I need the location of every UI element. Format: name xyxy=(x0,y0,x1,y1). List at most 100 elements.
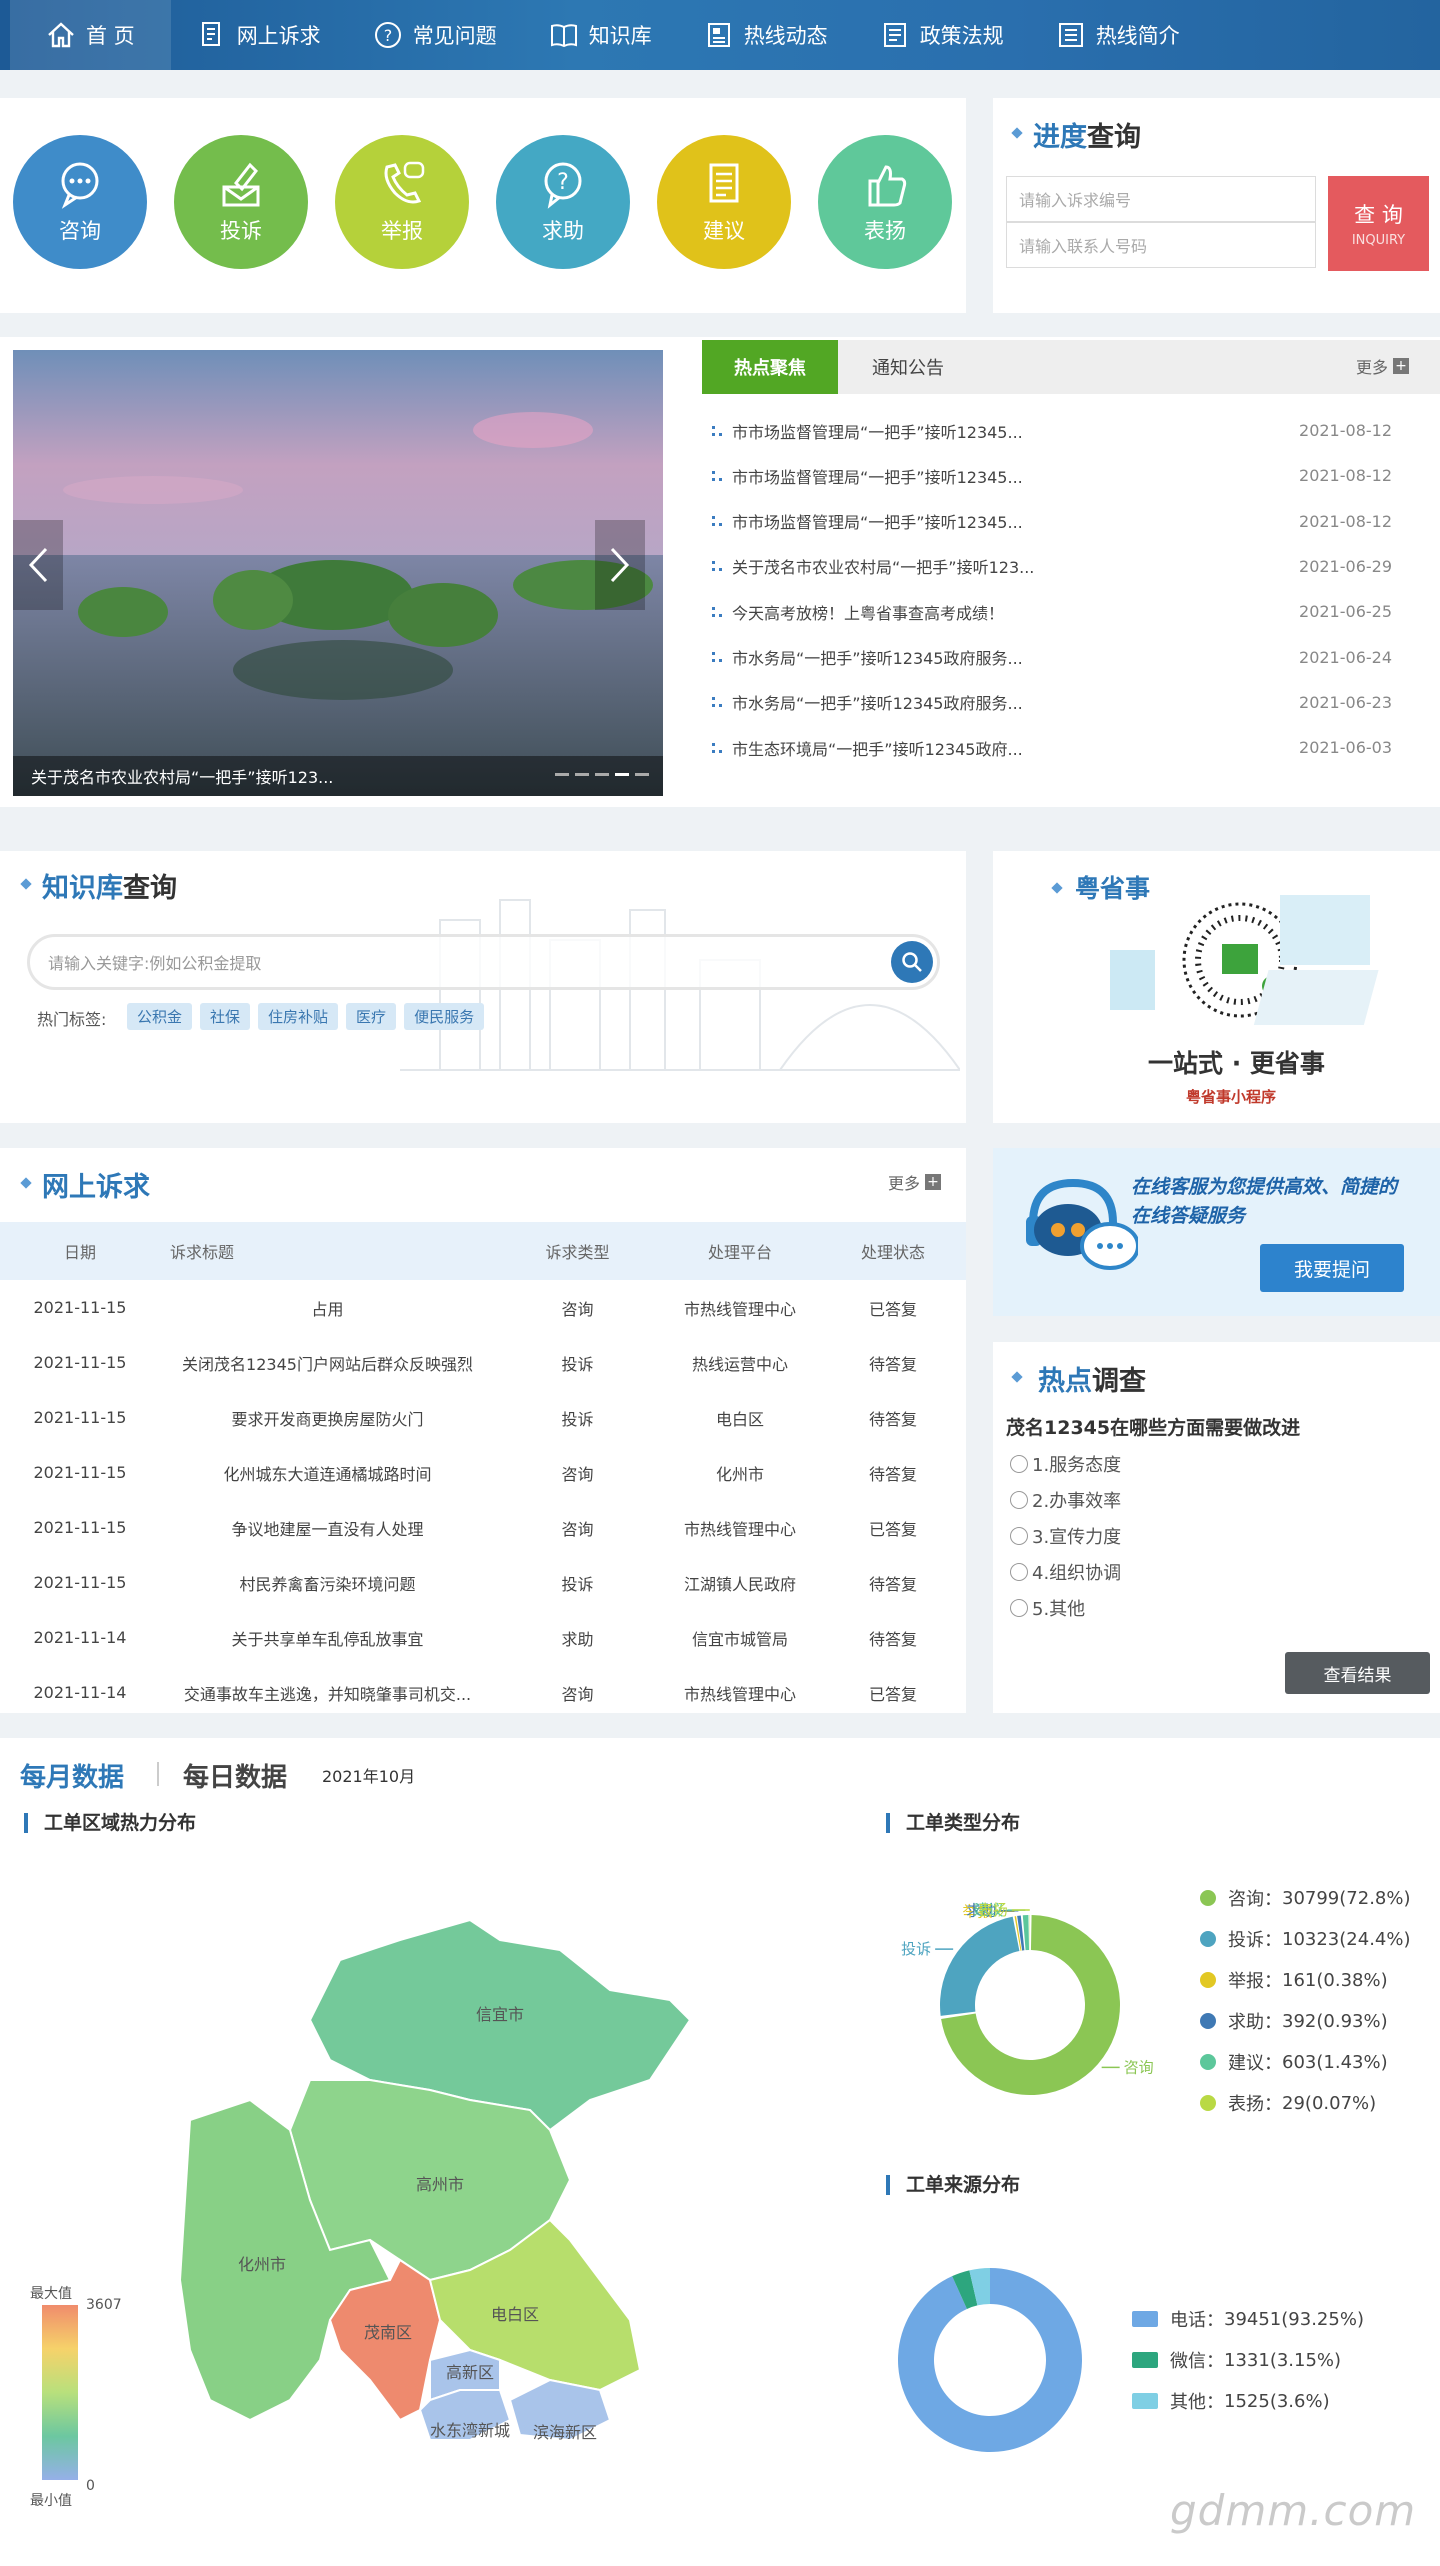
radio-button[interactable] xyxy=(1010,1563,1028,1581)
nav-appeals[interactable]: 网上诉求 xyxy=(171,0,347,70)
nav-faq[interactable]: ? 常见问题 xyxy=(347,0,523,70)
carousel-next-button[interactable] xyxy=(595,520,645,610)
view-results-button[interactable]: 查看结果 xyxy=(1285,1652,1430,1694)
tab-notices[interactable]: 通知公告 xyxy=(838,340,978,394)
service-praise-button[interactable]: 表扬 xyxy=(818,135,952,269)
table-cell: 待答复 xyxy=(868,1354,917,1374)
carousel-dot[interactable] xyxy=(555,773,569,776)
carousel-image[interactable]: 关于茂名市农业农村局“一把手”接听123... xyxy=(13,350,663,796)
radio-button[interactable] xyxy=(1010,1527,1028,1545)
table-row[interactable]: 2021-11-15 要求开发商更换房屋防火门 投诉 电白区 待答复 xyxy=(0,1390,966,1445)
survey-option[interactable]: 2.办事效率 xyxy=(1010,1487,1121,1513)
survey-option[interactable]: 4.组织协调 xyxy=(1010,1559,1121,1585)
legend-sep: ( xyxy=(1269,2390,1277,2412)
carousel-dot-active[interactable] xyxy=(615,773,629,776)
nav-intro[interactable]: 热线简介 xyxy=(1030,0,1206,70)
survey-option-label: 3.宣传力度 xyxy=(1032,1527,1122,1548)
bullet-icon xyxy=(712,516,722,527)
news-item[interactable]: 市市场监督管理局“一把手”接听12345... 2021-08-12 xyxy=(712,453,1392,498)
table-cell: 化州城东大道连通橘城路时间 xyxy=(223,1464,432,1484)
news-title: 市水务局“一把手”接听12345政府服务... xyxy=(732,649,1023,668)
table-row[interactable]: 2021-11-15 争议地建屋一直没有人处理 咨询 市热线管理中心 已答复 xyxy=(0,1500,966,1555)
appeals-title: 网上诉求 xyxy=(42,1172,150,1203)
legend-sep: ( xyxy=(1339,1887,1347,1909)
survey-option[interactable]: 3.宣传力度 xyxy=(1010,1523,1121,1549)
tab-daily[interactable]: 每日数据 xyxy=(183,1757,287,1794)
news-more-link[interactable]: 更多 + xyxy=(1356,354,1410,378)
table-row[interactable]: 2021-11-15 占用 咨询 市热线管理中心 已答复 xyxy=(0,1280,966,1335)
nav-home[interactable]: 首 页 xyxy=(10,0,171,70)
carousel-dot[interactable] xyxy=(575,773,589,776)
legend-item[interactable]: 建议： 603 (1.43%) xyxy=(1200,2049,1388,2075)
radio-button[interactable] xyxy=(1010,1455,1028,1473)
table-cell: 热线运营中心 xyxy=(691,1354,788,1374)
kb-tag[interactable]: 公积金 xyxy=(127,1003,193,1030)
radio-button[interactable] xyxy=(1010,1599,1028,1617)
nav-knowledge[interactable]: 知识库 xyxy=(523,0,678,70)
legend-swatch xyxy=(1200,2095,1216,2111)
survey-option[interactable]: 1.服务态度 xyxy=(1010,1451,1121,1477)
nav-policy[interactable]: 政策法规 xyxy=(854,0,1030,70)
carousel-prev-button[interactable] xyxy=(13,520,63,610)
news-item[interactable]: 市水务局“一把手”接听12345政府服务... 2021-06-24 xyxy=(712,635,1392,680)
legend-sep: ： xyxy=(1264,2012,1282,2033)
legend-item[interactable]: 其他： 1525 (3.6%) xyxy=(1132,2388,1330,2414)
legend-item[interactable]: 咨询： 30799 (72.8%) xyxy=(1200,1885,1411,1911)
service-label: 建议 xyxy=(703,219,745,243)
legend-item[interactable]: 求助： 392 (0.93%) xyxy=(1200,2008,1388,2034)
table-row[interactable]: 2021-11-15 关闭茂名12345门户网站后群众反映强烈 投诉 热线运营中心 待答… xyxy=(0,1335,966,1390)
table-row[interactable]: 2021-11-15 村民养禽畜污染环境问题 投诉 江湖镇人民政府 待答复 xyxy=(0,1555,966,1610)
news-item[interactable]: 市市场监督管理局“一把手”接听12345... 2021-08-12 xyxy=(712,499,1392,544)
carousel-dot[interactable] xyxy=(635,773,649,776)
table-row[interactable]: 2021-11-14 交通事故车主逃逸，并知晓肇事司机交... 咨询 市热线管理中心 已… xyxy=(0,1665,966,1720)
svg-text:?: ? xyxy=(557,170,569,195)
kb-search-input[interactable]: 请输入关键字:例如公积金提取 xyxy=(27,934,940,990)
inquiry-button[interactable]: 查 询 INQUIRY xyxy=(1328,176,1429,271)
progress-title: 进度查询 xyxy=(1033,122,1141,153)
survey-option[interactable]: 5.其他 xyxy=(1010,1595,1085,1621)
news-title: 关于茂名市农业农村局“一把手”接听123... xyxy=(732,558,1035,578)
kb-tag[interactable]: 社保 xyxy=(200,1003,251,1030)
kb-tag[interactable]: 医疗 xyxy=(346,1003,397,1030)
radio-button[interactable] xyxy=(1010,1491,1028,1509)
nav-news[interactable]: 热线动态 xyxy=(678,0,854,70)
carousel-caption: 关于茂名市农业农村局“一把手”接听123... xyxy=(31,768,334,787)
type-slice[interactable] xyxy=(940,1916,1020,2016)
service-consult-button[interactable]: 咨询 xyxy=(13,135,147,269)
survey-option-label: 2.办事效率 xyxy=(1032,1491,1122,1512)
appeals-more-link[interactable]: 更多 + xyxy=(888,1170,942,1194)
kb-tag[interactable]: 住房补贴 xyxy=(258,1003,339,1030)
news-item[interactable]: 关于茂名市农业农村局“一把手”接听123... 2021-06-29 xyxy=(712,544,1392,589)
legend-item[interactable]: 微信： 1331 (3.15%) xyxy=(1132,2347,1341,2373)
news-item[interactable]: 今天高考放榜！上粤省事查高考成绩！ 2021-06-25 xyxy=(712,589,1392,634)
contact-phone-input[interactable]: 请输入联系人号码 xyxy=(1006,222,1316,268)
ask-question-button[interactable]: 我要提问 xyxy=(1260,1244,1404,1292)
table-row[interactable]: 2021-11-15 化州城东大道连通橘城路时间 咨询 化州市 待答复 xyxy=(0,1445,966,1500)
nav-appeals-label: 网上诉求 xyxy=(236,24,321,48)
legend-sep: ) xyxy=(1403,1928,1411,1950)
region-label: 信宜市 xyxy=(476,2005,524,2024)
news-item[interactable]: 市生态环境局“一把手”接听12345政府... 2021-06-03 xyxy=(712,725,1392,770)
legend-item[interactable]: 投诉： 10323 (24.4%) xyxy=(1200,1926,1411,1952)
legend-max-label: 最大值 xyxy=(30,2286,72,2302)
legend-item[interactable]: 表扬： 29 (0.07%) xyxy=(1200,2090,1376,2116)
kb-tag[interactable]: 便民服务 xyxy=(404,1003,485,1030)
service-complain-button[interactable]: 投诉 xyxy=(174,135,308,269)
table-row[interactable]: 2021-11-14 关于共享单车乱停乱放事宜 求助 信宜市城管局 待答复 xyxy=(0,1610,966,1665)
news-item[interactable]: 市市场监督管理局“一把手”接听12345... 2021-08-12 xyxy=(712,408,1392,453)
kb-search-button[interactable] xyxy=(891,941,933,983)
legend-name: 咨询 xyxy=(1228,1889,1264,1910)
legend-item[interactable]: 举报： 161 (0.38%) xyxy=(1200,1967,1388,1993)
news-item[interactable]: 市水务局“一把手”接听12345政府服务... 2021-06-23 xyxy=(712,680,1392,725)
nav-intro-label: 热线简介 xyxy=(1095,24,1180,48)
tab-monthly[interactable]: 每月数据 xyxy=(20,1757,124,1794)
appeal-code-input[interactable]: 请输入诉求编号 xyxy=(1006,176,1316,222)
tab-hot-topics[interactable]: 热点聚焦 xyxy=(702,340,838,394)
carousel-dot[interactable] xyxy=(595,773,609,776)
kb-tags-label: 热门标签: xyxy=(37,1010,107,1029)
policy-icon xyxy=(883,23,906,47)
service-report-button[interactable]: 举报 xyxy=(335,135,469,269)
legend-item[interactable]: 电话： 39451 (93.25%) xyxy=(1132,2306,1364,2332)
service-help-button[interactable]: ? 求助 xyxy=(496,135,630,269)
service-suggest-button[interactable]: 建议 xyxy=(657,135,791,269)
